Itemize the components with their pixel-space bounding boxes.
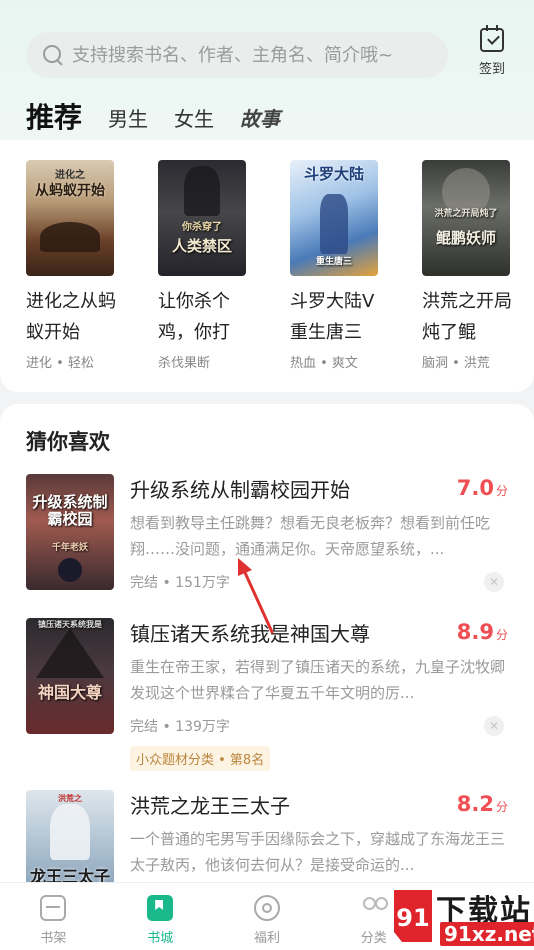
score-value: 8.9 bbox=[456, 620, 494, 644]
nav-category[interactable]: 分类 bbox=[320, 883, 427, 950]
book-meta: 完结 • 151万字 bbox=[130, 575, 230, 591]
cover-subtitle: 进化之 bbox=[55, 170, 85, 181]
checkin-label: 签到 bbox=[478, 62, 505, 77]
cover-art bbox=[320, 194, 348, 254]
tab-female[interactable]: 女生 bbox=[174, 103, 214, 142]
book-meta: 完结 • 139万字 bbox=[130, 719, 230, 735]
book-tags: 进化 • 轻松 bbox=[26, 356, 94, 371]
recommend-section: 进化之 从蚂蚁开始 进化之从蚂蚁开始 进化 • 轻松 你杀穿了 人类禁区 让你杀… bbox=[0, 140, 534, 392]
bottom-nav: 书架 书城 福利 分类 bbox=[0, 882, 534, 950]
cover-subtitle: 你杀穿了 bbox=[182, 222, 222, 233]
tab-label: 男生 bbox=[108, 107, 149, 131]
book-score: 8.2 分 bbox=[457, 792, 508, 816]
cover-title: 鲲鹏妖师 bbox=[435, 229, 496, 247]
cover-subtitle: 洪荒之 bbox=[58, 793, 82, 803]
category-tabs: 推荐 男生 女生 故事 bbox=[26, 92, 306, 146]
tab-male[interactable]: 男生 bbox=[108, 103, 148, 142]
recommend-book[interactable]: 斗罗大陆 重生唐三 斗罗大陆V重生唐三 热血 • 爽文 bbox=[290, 160, 386, 371]
cover-title: 人类禁区 bbox=[171, 237, 232, 255]
cover-art bbox=[184, 166, 220, 216]
cover-subtitle: 千年老妖 bbox=[51, 543, 88, 553]
score-unit: 分 bbox=[495, 628, 508, 642]
guess-you-like-section: 猜你喜欢 升级系统制霸校园 千年老妖 升级系统从制霸校园开始 7.0 分 想看到教… bbox=[0, 404, 534, 906]
recommend-book[interactable]: 进化之 从蚂蚁开始 进化之从蚂蚁开始 进化 • 轻松 bbox=[26, 160, 122, 371]
nav-welfare[interactable]: 福利 bbox=[214, 883, 321, 950]
cover-art bbox=[40, 222, 100, 252]
tab-label: 故事 bbox=[240, 107, 281, 131]
cover-art bbox=[36, 628, 104, 678]
rank-badge: 小众题材分类 • 第8名 bbox=[130, 746, 271, 771]
cover-title: 神国大尊 bbox=[37, 683, 102, 702]
recommend-book[interactable]: 你杀穿了 人类禁区 让你杀个鸡，你打 杀伐果断 bbox=[158, 160, 254, 371]
search-icon bbox=[42, 44, 64, 66]
cover-subtitle: 镇压诸天系统我是 bbox=[38, 619, 102, 629]
nav-label: 书城 bbox=[147, 931, 174, 946]
cover-art bbox=[50, 804, 90, 860]
tab-recommend[interactable]: 推荐 bbox=[26, 96, 83, 146]
category-icon bbox=[361, 895, 388, 921]
book-cover: 神国大尊 镇压诸天系统我是 bbox=[26, 618, 114, 734]
score-unit: 分 bbox=[495, 484, 508, 498]
dismiss-icon[interactable]: ✕ bbox=[484, 716, 504, 736]
section-heading: 猜你喜欢 bbox=[26, 430, 110, 454]
book-title: 让你杀个鸡，你打 bbox=[158, 291, 230, 343]
book-tags: 脑洞 • 洪荒 bbox=[422, 356, 490, 371]
book-description: 一个普通的宅男写手因缘际会之下，穿越成了东海龙王三太子敖丙，他该何去何从？是接受… bbox=[130, 830, 506, 874]
book-title: 洪荒之龙王三太子 bbox=[130, 794, 290, 818]
welfare-icon bbox=[253, 895, 280, 921]
cover-subtitle: 洪荒之开局炖了 bbox=[434, 209, 498, 219]
checkin-button[interactable]: 签到 bbox=[470, 25, 514, 77]
tab-story[interactable]: 故事 bbox=[240, 103, 280, 142]
book-title: 升级系统从制霸校园开始 bbox=[130, 478, 350, 502]
cover-subtitle: 重生唐三 bbox=[315, 257, 352, 267]
dismiss-icon[interactable]: ✕ bbox=[484, 572, 504, 592]
tab-label: 推荐 bbox=[26, 101, 83, 134]
book-list-item[interactable]: 神国大尊 镇压诸天系统我是 镇压诸天系统我是神国大尊 8.9 分 重生在帝王家，若… bbox=[26, 618, 508, 771]
annotation-arrow bbox=[238, 558, 274, 634]
tab-label: 女生 bbox=[174, 107, 215, 131]
book-tags: 热血 • 爽文 bbox=[290, 356, 358, 371]
cover-art bbox=[58, 558, 82, 582]
search-bar[interactable] bbox=[26, 32, 448, 78]
nav-label: 福利 bbox=[253, 931, 280, 946]
book-list-item[interactable]: 洪荒之 龙王三太子 洪荒之龙王三太子 8.2 分 一个普通的宅男写手因缘际会之下，… bbox=[26, 790, 508, 906]
cover-title: 升级系统制霸校园 bbox=[32, 493, 108, 528]
nav-label: 书架 bbox=[40, 931, 67, 946]
book-cover: 洪荒之开局炖了 鲲鹏妖师 bbox=[422, 160, 510, 276]
book-title: 斗罗大陆V重生唐三 bbox=[290, 291, 375, 343]
book-title: 洪荒之开局炖了鲲 bbox=[422, 291, 512, 343]
score-value: 8.2 bbox=[456, 792, 494, 816]
book-cover: 升级系统制霸校园 千年老妖 bbox=[26, 474, 114, 590]
book-score: 8.9 分 bbox=[457, 620, 508, 644]
book-score: 7.0 分 bbox=[457, 476, 508, 500]
cover-title: 斗罗大陆 bbox=[303, 165, 364, 183]
header: 签到 推荐 男生 女生 故事 bbox=[0, 0, 534, 150]
score-value: 7.0 bbox=[456, 476, 494, 500]
book-description: 重生在帝王家，若得到了镇压诸天的系统，九皇子沈牧卿发现这个世界糅合了华夏五千年文… bbox=[130, 658, 506, 702]
calendar-check-icon bbox=[480, 25, 504, 52]
book-tags: 杀伐果断 bbox=[158, 356, 211, 371]
nav-bookstore[interactable]: 书城 bbox=[107, 883, 214, 950]
cover-title: 从蚂蚁开始 bbox=[35, 183, 105, 199]
book-cover: 进化之 从蚂蚁开始 bbox=[26, 160, 114, 276]
book-description: 想看到教导主任跳舞？想看无良老板奔？想看到前任吃翔……没问题，通通满足你。天帝愿… bbox=[130, 514, 491, 558]
search-input[interactable] bbox=[72, 44, 432, 66]
book-cover: 斗罗大陆 重生唐三 bbox=[290, 160, 378, 276]
score-unit: 分 bbox=[495, 800, 508, 814]
book-title: 进化之从蚂蚁开始 bbox=[26, 291, 116, 343]
nav-label: 分类 bbox=[360, 931, 387, 946]
recommend-book[interactable]: 洪荒之开局炖了 鲲鹏妖师 洪荒之开局炖了鲲 脑洞 • 洪荒 bbox=[422, 160, 518, 371]
book-cover: 你杀穿了 人类禁区 bbox=[158, 160, 246, 276]
bookshelf-icon bbox=[40, 895, 67, 921]
nav-bookshelf[interactable]: 书架 bbox=[0, 883, 107, 950]
bookstore-icon bbox=[147, 895, 174, 921]
